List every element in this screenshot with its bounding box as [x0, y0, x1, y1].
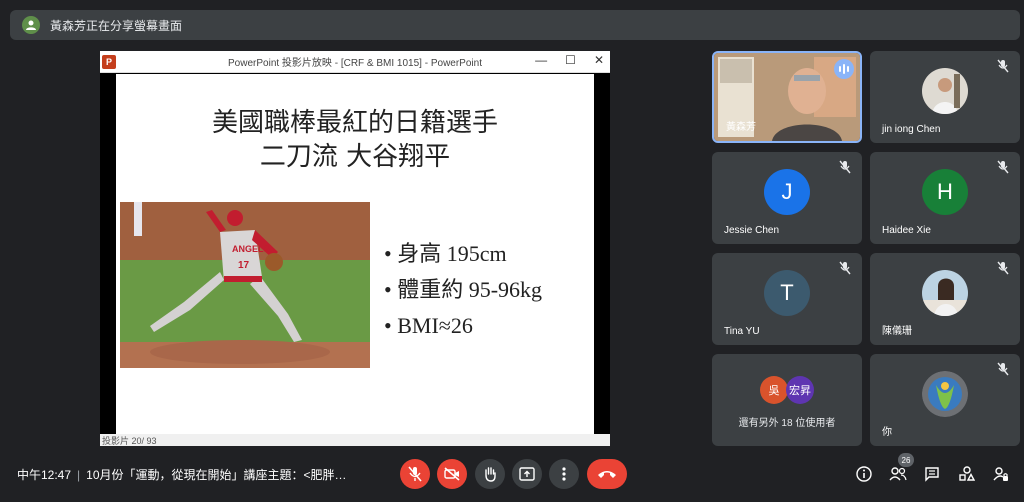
- participant-avatar: H: [922, 169, 968, 216]
- mic-off-icon: [997, 362, 1009, 376]
- meeting-info: 中午12:47 | 10月份「運動，從現在開始」講座主題：<肥胖…: [17, 468, 347, 482]
- mic-off-icon: [997, 261, 1009, 275]
- participant-tile-chen-yi-shan[interactable]: 陳儀珊: [870, 253, 1020, 345]
- participant-name: 陳儀珊: [882, 326, 912, 337]
- ppt-window-title: PowerPoint 投影片放映 - [CRF & BMI 1015] - Po…: [228, 58, 482, 69]
- microphone-toggle-button[interactable]: [400, 459, 430, 489]
- participant-name: Haidee Xie: [882, 225, 931, 236]
- host-controls-button[interactable]: [989, 462, 1013, 486]
- hang-up-icon: [598, 471, 616, 478]
- info-icon: [856, 466, 872, 482]
- meeting-details-button[interactable]: [852, 462, 876, 486]
- slide-title-line2: 二刀流 大谷翔平: [259, 142, 451, 172]
- more-vert-icon: [562, 467, 566, 481]
- mic-off-icon: [839, 160, 851, 174]
- mic-off-icon: [997, 160, 1009, 174]
- present-button[interactable]: [512, 459, 542, 489]
- speaking-indicator-icon: [834, 59, 854, 79]
- others-avatar: 宏昇: [786, 376, 814, 404]
- ppt-statusbar: 投影片 20/ 93: [100, 434, 610, 446]
- participant-name: Jessie Chen: [724, 225, 780, 236]
- meeting-title: 10月份「運動，從現在開始」講座主題：<肥胖…: [86, 468, 347, 482]
- people-icon: [889, 467, 907, 481]
- participant-tile-presenter[interactable]: 黃森芳: [712, 51, 862, 143]
- chat-icon: [925, 467, 939, 482]
- close-icon: ✕: [593, 53, 604, 67]
- pitcher-photo: ANGELS 17: [120, 202, 370, 368]
- mic-off-icon: [997, 59, 1009, 73]
- participant-name: 你: [882, 427, 892, 438]
- others-tile[interactable]: 吳 宏昇 還有另外 18 位使用者: [712, 354, 862, 446]
- jersey-text: ANGELS: [232, 244, 270, 254]
- mic-off-icon: [408, 466, 422, 482]
- bullet-weight: 體重約 95-96kg: [384, 272, 542, 308]
- jersey-number: 17: [238, 260, 250, 271]
- others-avatars: 吳 宏昇: [760, 376, 814, 404]
- more-options-button[interactable]: [549, 459, 579, 489]
- participant-tile-haidee-xie[interactable]: H Haidee Xie: [870, 152, 1020, 244]
- participant-tile-jin-iong-chen[interactable]: jin iong Chen: [870, 51, 1020, 143]
- others-count: 還有另外 18 位使用者: [738, 418, 836, 429]
- self-avatar: [922, 371, 968, 418]
- others-avatar: 吳: [760, 376, 788, 404]
- clock: 中午12:47: [17, 468, 72, 482]
- maximize-icon: ☐: [565, 53, 576, 67]
- participant-name: jin iong Chen: [882, 124, 941, 135]
- slide-title: 美國職棒最紅的日籍選手 二刀流 大谷翔平: [116, 106, 594, 174]
- shared-screen: P PowerPoint 投影片放映 - [CRF & BMI 1015] - …: [100, 51, 610, 446]
- participant-avatar: [922, 270, 968, 317]
- activities-button[interactable]: [955, 462, 979, 486]
- participant-name: Tina YU: [724, 326, 760, 337]
- participant-name: 黃森芳: [726, 122, 756, 133]
- bullet-bmi: BMI≈26: [384, 308, 542, 344]
- camera-off-icon: [444, 467, 460, 481]
- ppt-titlebar: P PowerPoint 投影片放映 - [CRF & BMI 1015] - …: [100, 51, 610, 73]
- slide-bullets: 身高 195cm 體重約 95-96kg BMI≈26: [384, 236, 542, 344]
- participant-avatar: J: [764, 169, 810, 216]
- people-count-badge: 26: [898, 453, 914, 467]
- participant-avatar: T: [764, 270, 810, 317]
- participant-tile-jessie-chen[interactable]: J Jessie Chen: [712, 152, 862, 244]
- participant-tile-self[interactable]: 你: [870, 354, 1020, 446]
- camera-toggle-button[interactable]: [437, 459, 467, 489]
- slide-counter: 投影片 20/ 93: [102, 436, 157, 446]
- leave-call-button[interactable]: [587, 459, 627, 489]
- present-screen-icon: [519, 467, 535, 481]
- hand-icon: [485, 467, 496, 482]
- lock-person-icon: [993, 467, 1008, 481]
- slide: 美國職棒最紅的日籍選手 二刀流 大谷翔平 ANGELS 17 • 身高 195c…: [116, 74, 594, 434]
- mic-off-icon: [839, 261, 851, 275]
- presenting-text: 黃森芳正在分享螢幕畫面: [50, 18, 183, 33]
- participant-avatar: [922, 68, 968, 115]
- presenter-avatar-icon: [22, 16, 40, 34]
- slide-title-line1: 美國職棒最紅的日籍選手: [211, 108, 498, 138]
- minimize-icon: —: [535, 53, 548, 67]
- shapes-icon: [959, 466, 975, 481]
- participant-tile-tina-yu[interactable]: T Tina YU: [712, 253, 862, 345]
- presenting-banner: 黃森芳正在分享螢幕畫面: [10, 10, 1020, 40]
- bullet-height: 身高 195cm: [384, 236, 542, 272]
- raise-hand-button[interactable]: [475, 459, 505, 489]
- chat-button[interactable]: [920, 462, 944, 486]
